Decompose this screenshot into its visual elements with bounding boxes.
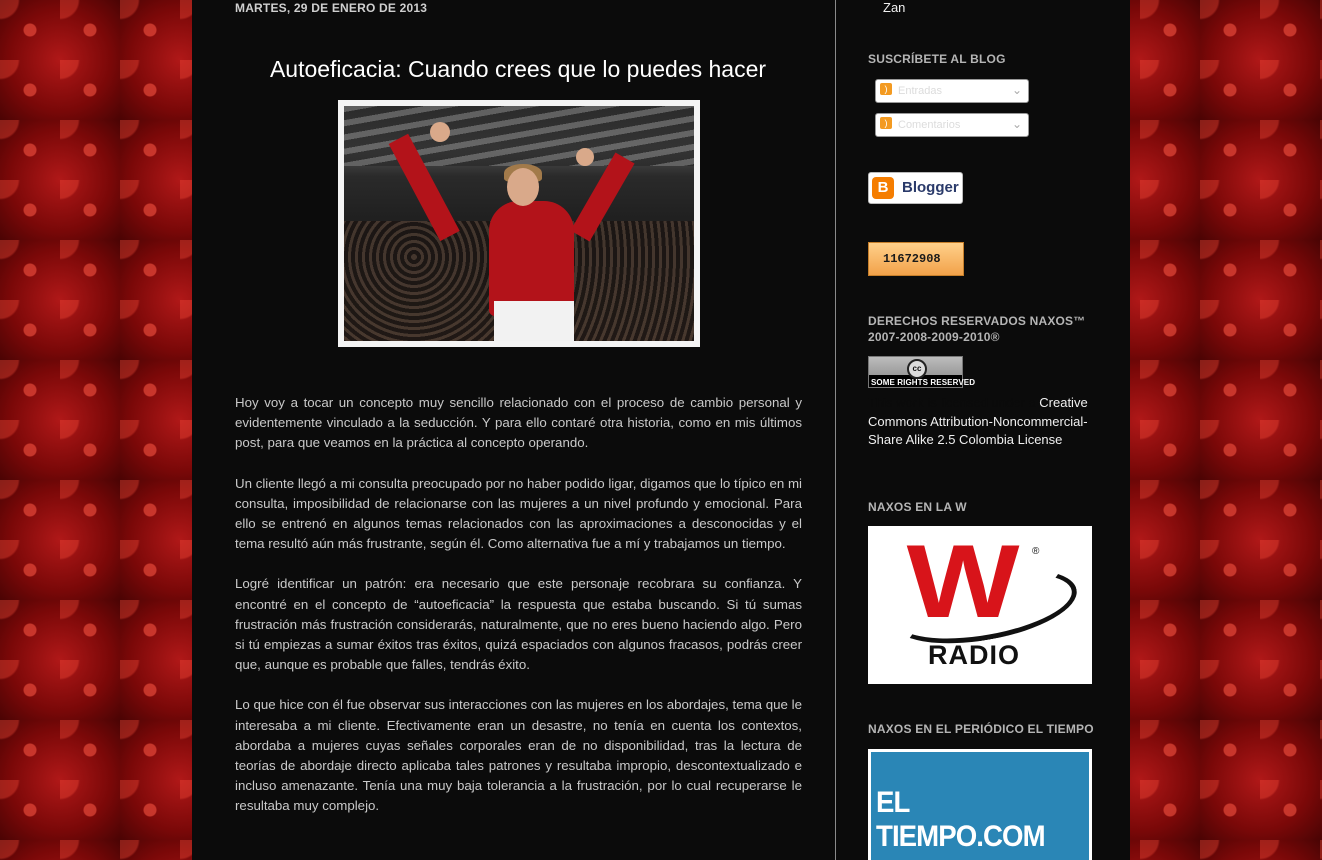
w-radio-logo[interactable]: W ® RADIO (868, 526, 1092, 684)
cc-icon: cc (907, 359, 927, 379)
player-right-fist (576, 148, 594, 166)
rights-title-line2: 2007-2008-2009-2010® (868, 330, 1000, 344)
license-text: This work is licensed under a Creative C… (868, 394, 1108, 450)
subscribe-posts-dropdown[interactable]: ) Entradas ⌄ (875, 79, 1029, 103)
rights-title: DERECHOS RESERVADOS NAXOS™ 2007-2008-200… (868, 313, 1085, 345)
rss-icon: ) (880, 83, 892, 95)
w-radio-title: NAXOS EN LA W (868, 500, 967, 514)
post-image[interactable] (338, 100, 700, 347)
sidebar-top-link[interactable]: Zan (883, 0, 905, 15)
creative-commons-badge[interactable]: cc SOME RIGHTS RESERVED (868, 356, 975, 388)
chevron-down-icon: ⌄ (1011, 117, 1022, 131)
post-body: Hoy voy a tocar un concepto muy sencillo… (235, 393, 802, 837)
post-column: MARTES, 29 DE ENERO DE 2013 Autoeficacia… (192, 0, 836, 860)
counter-value: 11672908 (883, 252, 941, 266)
el-tiempo-logo[interactable]: EL TIEMPO.COM (868, 749, 1092, 860)
chevron-down-icon: ⌄ (1011, 83, 1022, 97)
dropdown-label: Comentarios (898, 119, 961, 131)
license-prefix: This work is licensed under a (868, 395, 1036, 410)
player-red-shirt (489, 201, 574, 316)
player-left-fist (430, 122, 450, 142)
visit-counter[interactable]: 11672908 (868, 242, 964, 276)
dropdown-label: Entradas (898, 85, 943, 97)
subscribe-comments-dropdown[interactable]: ) Comentarios ⌄ (875, 113, 1029, 137)
el-tiempo-logo-text: EL TIEMPO.COM (876, 786, 1046, 853)
post-paragraph: Logré identificar un patrón: era necesar… (235, 576, 802, 673)
cc-badge-text: SOME RIGHTS RESERVED (871, 378, 976, 387)
blogger-label: Blogger (902, 179, 959, 196)
post-paragraph: Lo que hice con él fue observar sus inte… (235, 697, 802, 814)
w-radio-letter: W (906, 524, 1020, 640)
w-radio-label: RADIO (928, 640, 1020, 670)
rights-title-line1: DERECHOS RESERVADOS NAXOS™ (868, 314, 1086, 328)
post-title[interactable]: Autoeficacia: Cuando crees que lo puedes… (235, 56, 801, 83)
el-tiempo-banner: EL TIEMPO.COM (871, 752, 1089, 860)
blogger-logo-icon: B (872, 177, 894, 199)
el-tiempo-title: NAXOS EN EL PERIÓDICO EL TIEMPO (868, 722, 1094, 736)
sidebar: Zan SUSCRÍBETE AL BLOG ) Entradas ⌄ ) Co… (868, 0, 1108, 860)
blog-container: MARTES, 29 DE ENERO DE 2013 Autoeficacia… (192, 0, 1130, 860)
player-celebration-photo (344, 106, 694, 341)
player-head (507, 168, 539, 206)
post-paragraph: Un cliente llegó a mi consulta preocupad… (235, 475, 802, 552)
post-paragraph: Hoy voy a tocar un concepto muy sencillo… (235, 395, 802, 451)
post-date: MARTES, 29 DE ENERO DE 2013 (235, 1, 428, 15)
blogger-button[interactable]: B Blogger (868, 172, 963, 204)
subscribe-title: SUSCRÍBETE AL BLOG (868, 52, 1006, 66)
rss-icon: ) (880, 117, 892, 129)
registered-mark: ® (1032, 546, 1040, 557)
player-white-shorts (494, 301, 574, 341)
